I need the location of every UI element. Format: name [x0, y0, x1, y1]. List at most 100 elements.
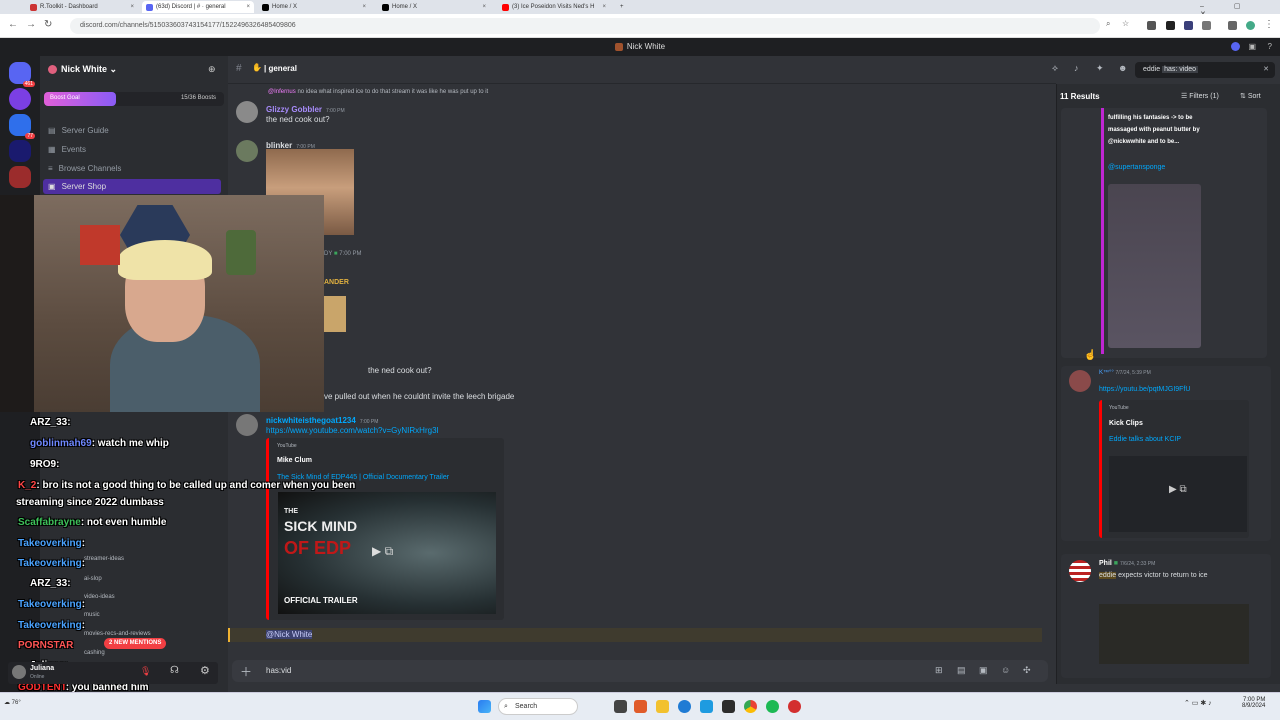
store-icon[interactable]: [700, 700, 713, 713]
browser-tab[interactable]: Home / X ×: [378, 1, 490, 13]
extension-icon[interactable]: [1147, 21, 1156, 30]
avatar[interactable]: [236, 140, 258, 162]
embed-title[interactable]: Eddie talks about KCIP: [1109, 436, 1181, 443]
browser-tab[interactable]: Home / X ×: [258, 1, 370, 13]
emoji-icon[interactable]: ☺: [1001, 665, 1010, 675]
message-input[interactable]: ＋ has:vid ⊞ ▤ ▣ ☺ ✣: [232, 660, 1048, 682]
clock[interactable]: 7:00 PM 8/9/2024: [1242, 697, 1265, 709]
boost-goal-bar[interactable]: Boost Goal 15/36 Boosts: [44, 92, 224, 106]
gear-icon[interactable]: ⚙: [200, 664, 210, 677]
help-icon[interactable]: ?: [1268, 38, 1272, 56]
zoom-icon[interactable]: ⌕: [1106, 19, 1110, 29]
edge-icon[interactable]: [678, 700, 691, 713]
server-icon[interactable]: 77: [9, 114, 35, 139]
avatar[interactable]: [1069, 560, 1091, 582]
sidebar-item-events[interactable]: ▦ Events: [48, 145, 86, 154]
background-channel-name[interactable]: music: [84, 612, 100, 618]
message-image[interactable]: [324, 296, 346, 332]
back-icon[interactable]: ←: [8, 19, 18, 30]
address-bar[interactable]: discord.com/channels/515033603743154177/…: [70, 18, 1100, 34]
result-video[interactable]: [1108, 184, 1201, 348]
gift-icon[interactable]: ⊞: [935, 665, 943, 676]
sort-button[interactable]: ⇅ Sort: [1240, 92, 1261, 100]
browser-tab[interactable]: (3) Ice Poseidon Visits Ned's H ×: [498, 1, 610, 13]
plus-icon[interactable]: ＋: [240, 663, 252, 680]
username[interactable]: Phil: [1099, 560, 1112, 567]
server-icon[interactable]: [9, 88, 31, 110]
pin-icon[interactable]: ✦: [1096, 63, 1104, 74]
username[interactable]: K™°°: [1099, 370, 1114, 376]
app-icon[interactable]: [788, 700, 801, 713]
new-mentions-badge[interactable]: 2 NEW MENTIONS: [104, 638, 167, 649]
app-icon[interactable]: [634, 700, 647, 713]
browser-tab-active[interactable]: (63d) Discord | # · general ×: [142, 1, 254, 13]
spotify-icon[interactable]: [766, 700, 779, 713]
app-icon[interactable]: [722, 700, 735, 713]
browser-tab[interactable]: R.Toolkit - Dashboard ×: [26, 1, 138, 13]
avatar[interactable]: [1069, 370, 1091, 392]
file-explorer-icon[interactable]: [656, 700, 669, 713]
close-icon[interactable]: ×: [246, 4, 250, 10]
server-name-header[interactable]: Nick White ⌄: [48, 64, 117, 75]
filters-button[interactable]: ☰ Filters (1): [1181, 92, 1219, 100]
clear-search-icon[interactable]: ✕: [1263, 62, 1269, 78]
background-channel-name[interactable]: video-ideas: [84, 594, 115, 600]
result-link[interactable]: @supertansponge: [1108, 164, 1165, 171]
embed-author[interactable]: Kick Clips: [1109, 420, 1143, 427]
close-icon[interactable]: ×: [602, 4, 606, 10]
background-channel-name[interactable]: streamer-ideas: [84, 556, 124, 562]
sticker-icon[interactable]: ▣: [979, 665, 988, 676]
result-link[interactable]: https://youtu.be/pqtMJGI9FfU: [1099, 386, 1190, 393]
extension-icon[interactable]: [1184, 21, 1193, 30]
sidebar-item-server-shop[interactable]: ▣ Server Shop: [43, 179, 221, 194]
discord-home-icon[interactable]: 461: [9, 62, 35, 87]
message-input-value[interactable]: has:vid: [266, 666, 291, 675]
menu-icon[interactable]: ⋮: [1264, 19, 1274, 30]
background-channel-name[interactable]: cashing: [84, 650, 105, 656]
bell-icon[interactable]: ♪: [1074, 63, 1079, 73]
bookmark-star-icon[interactable]: ☆: [1122, 19, 1129, 28]
apps-icon[interactable]: ✣: [1023, 665, 1031, 676]
mute-icon[interactable]: 🎙: [140, 666, 151, 677]
chrome-icon[interactable]: [744, 700, 757, 713]
reply-preview[interactable]: @Infernus no idea what inspired ice to d…: [268, 89, 488, 95]
avatar[interactable]: [12, 665, 26, 679]
play-icon[interactable]: ▶ ⧉: [1169, 484, 1187, 495]
server-icon[interactable]: [9, 166, 31, 188]
search-input[interactable]: eddie has: video ✕: [1135, 62, 1275, 78]
headphones-icon[interactable]: ☊: [170, 665, 179, 676]
weather-widget[interactable]: ☁ 76°: [4, 699, 21, 706]
start-icon[interactable]: [478, 700, 491, 713]
close-icon[interactable]: ×: [362, 4, 366, 10]
search-result[interactable]: Phil ■ 7/6/24, 2:33 PM eddie expects vic…: [1061, 554, 1271, 678]
screen-icon[interactable]: ▣: [1248, 38, 1256, 56]
task-view-icon[interactable]: [614, 700, 627, 713]
background-channel-name[interactable]: movies-recs-and-reviews: [84, 631, 151, 637]
reload-icon[interactable]: ↻: [44, 19, 52, 30]
system-tray-icons[interactable]: ⌃ ▭ ✱ ♪: [1184, 699, 1212, 707]
extension-icon[interactable]: [1202, 21, 1211, 30]
sidebar-item-server-guide[interactable]: ▤ Server Guide: [48, 126, 109, 135]
search-filter-chip[interactable]: has: video: [1162, 66, 1199, 73]
taskbar-search[interactable]: ⌕ Search: [498, 698, 578, 715]
video-thumbnail[interactable]: ▶ ⧉: [1109, 456, 1247, 532]
result-media[interactable]: [1099, 604, 1249, 664]
add-member-icon[interactable]: ⊕: [208, 64, 216, 75]
username[interactable]: Glizzy Gobbler: [266, 105, 322, 114]
search-result[interactable]: fulfilling his fantasies -> to be massag…: [1061, 108, 1267, 358]
sidebar-item-browse-channels[interactable]: ≡ Browse Channels: [48, 164, 121, 173]
extension-icon[interactable]: [1228, 21, 1237, 30]
members-icon[interactable]: ☻: [1118, 63, 1127, 73]
profile-icon[interactable]: [1246, 21, 1255, 30]
background-channel-name[interactable]: ai-slop: [84, 576, 102, 582]
avatar[interactable]: [236, 101, 258, 123]
forward-icon[interactable]: →: [26, 19, 36, 30]
gif-icon[interactable]: ▤: [957, 665, 966, 676]
search-result[interactable]: K™°° 7/7/24, 5:39 PM https://youtu.be/pq…: [1061, 366, 1271, 541]
new-tab-button[interactable]: +: [616, 1, 628, 13]
close-icon[interactable]: ×: [482, 4, 486, 10]
extension-icon[interactable]: [1166, 21, 1175, 30]
threads-icon[interactable]: ⟡: [1052, 63, 1058, 74]
close-icon[interactable]: ×: [130, 4, 134, 10]
server-icon[interactable]: [9, 140, 31, 162]
